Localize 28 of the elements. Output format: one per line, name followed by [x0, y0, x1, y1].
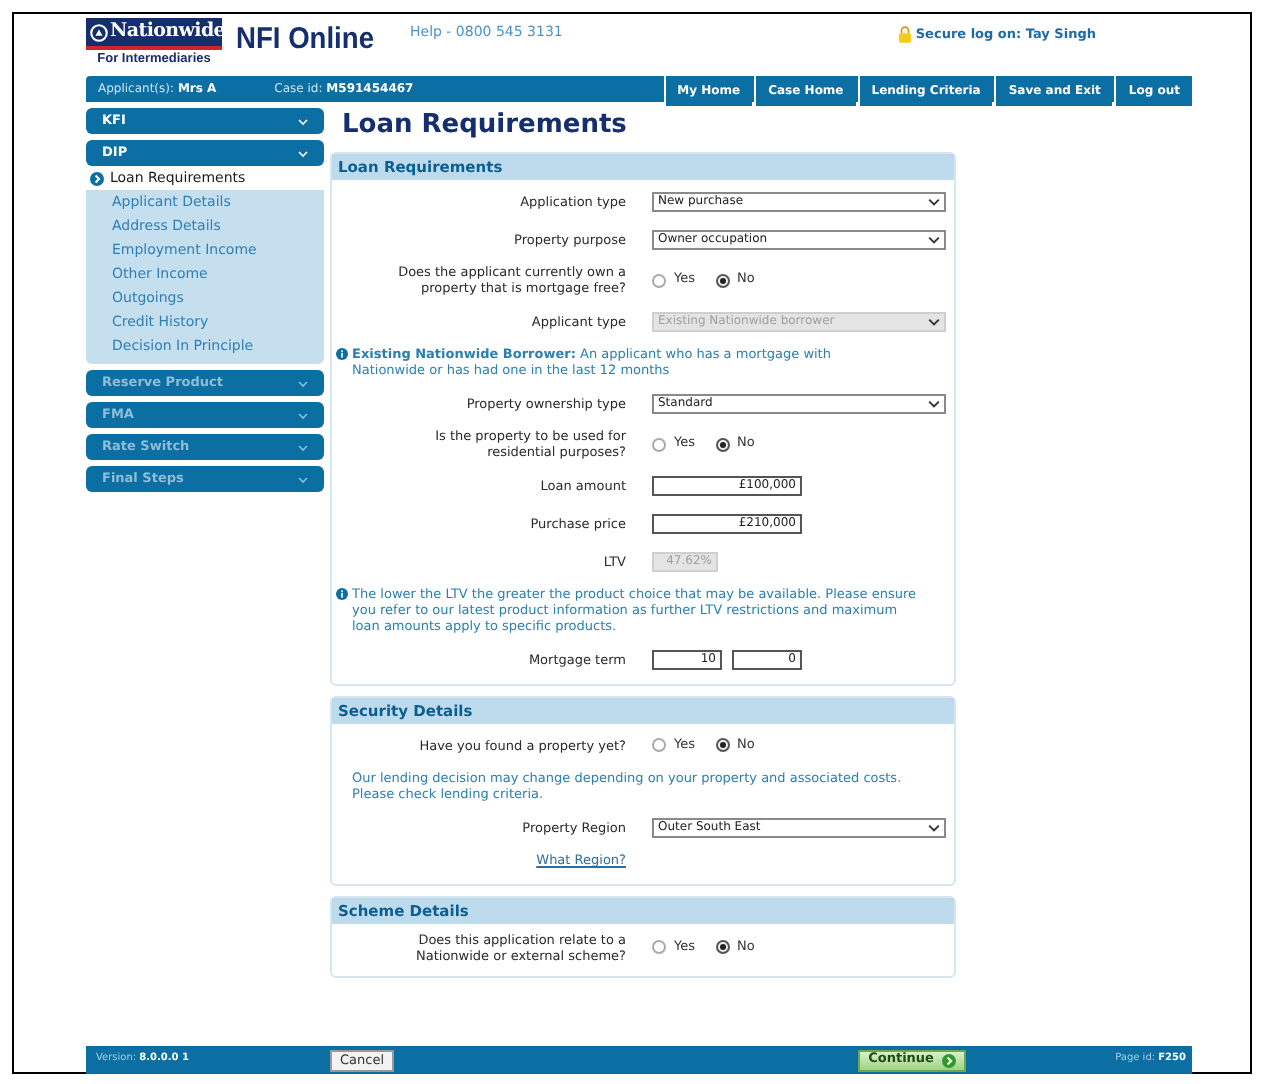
padlock-icon [897, 24, 912, 44]
chevron-down-icon [928, 235, 940, 243]
radio-button[interactable] [652, 437, 666, 451]
product-title: NFI Online [236, 24, 374, 54]
info-icon [336, 588, 348, 600]
brand-name: Nationwide [110, 22, 226, 42]
chevron-down-icon [298, 443, 308, 451]
logo-emblem-icon [90, 23, 108, 41]
arrow-circle-icon [90, 171, 104, 185]
info-icon [336, 348, 348, 360]
radio-button[interactable] [652, 940, 666, 955]
chevron-down-icon [928, 399, 940, 407]
chevron-down-icon [298, 475, 308, 483]
chevron-down-icon [298, 117, 308, 125]
radio-button[interactable] [715, 273, 729, 287]
chevron-down-icon [928, 823, 940, 831]
chevron-down-icon [928, 197, 940, 205]
arrow-circle-icon [941, 1053, 956, 1067]
radio-button[interactable] [715, 940, 729, 955]
radio-button[interactable] [715, 437, 729, 451]
page-title: Loan Requirements [342, 110, 629, 140]
chevron-down-icon [928, 317, 940, 325]
chevron-down-icon [298, 149, 308, 157]
chevron-down-icon [298, 411, 308, 419]
radio-button[interactable] [715, 738, 729, 752]
radio-button[interactable] [652, 273, 666, 287]
radio-button[interactable] [652, 738, 666, 752]
chevron-down-icon [298, 379, 308, 387]
